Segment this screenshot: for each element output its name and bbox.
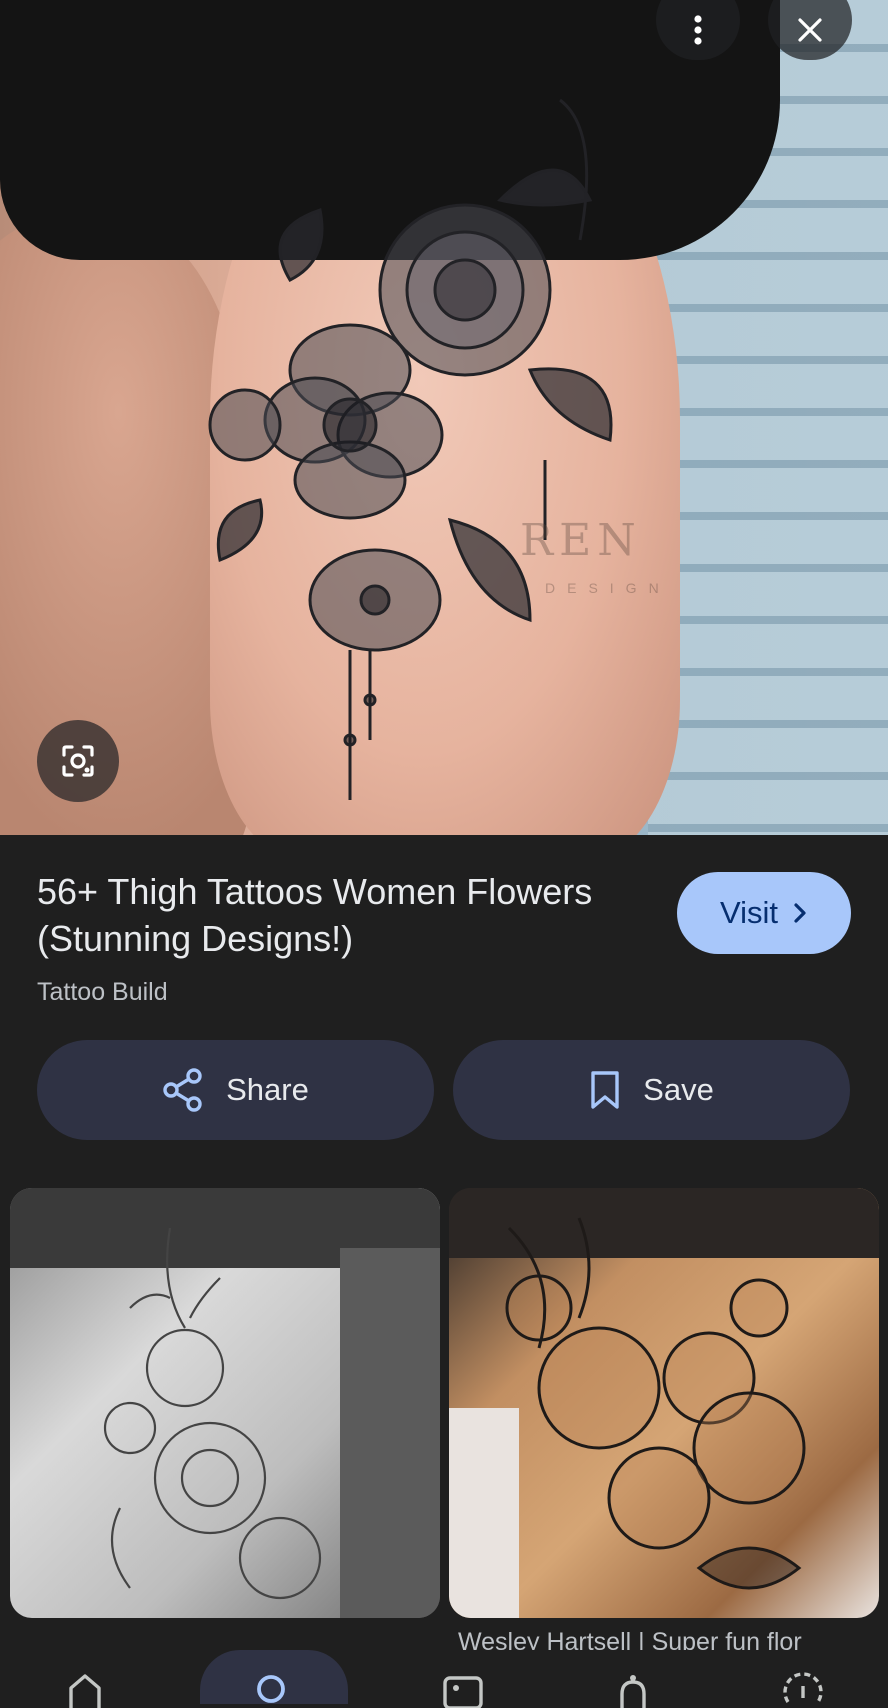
- visit-label: Visit: [719, 895, 778, 930]
- floral-tattoo: [208, 98, 613, 800]
- line-floral-tattoo: [10, 1188, 440, 1618]
- result-source: Tattoo Build: [37, 978, 168, 1006]
- watermark-subtext: DESIGN: [545, 580, 671, 596]
- share-label: Share: [226, 1072, 309, 1107]
- bookmark-icon: [591, 1071, 619, 1109]
- related-image-2[interactable]: [449, 1188, 879, 1618]
- more-vert-icon: [694, 15, 702, 45]
- close-icon: [798, 18, 822, 42]
- notifications-icon: [620, 1675, 646, 1708]
- nav-history[interactable]: [748, 1650, 858, 1704]
- related-image-1[interactable]: [10, 1188, 440, 1618]
- nav-collections[interactable]: [408, 1650, 518, 1708]
- nav-notifications[interactable]: [578, 1650, 688, 1708]
- search-icon: [257, 1675, 285, 1703]
- share-button[interactable]: Share: [37, 1040, 434, 1140]
- google-lens-button[interactable]: [37, 720, 119, 802]
- nav-search[interactable]: [200, 1650, 348, 1704]
- chevron-right-icon: [794, 903, 806, 923]
- visit-button[interactable]: Visit: [677, 872, 851, 954]
- hero-image[interactable]: REN DESIGN: [0, 0, 888, 835]
- result-title[interactable]: 56+ Thigh Tattoos Women Flowers (Stunnin…: [37, 868, 657, 962]
- color-floral-tattoo: [449, 1188, 879, 1618]
- google-lens-icon: [62, 745, 94, 777]
- history-icon: [783, 1672, 823, 1703]
- watermark: REN: [520, 515, 642, 566]
- home-icon: [69, 1674, 101, 1708]
- nav-home[interactable]: [30, 1650, 140, 1708]
- share-icon: [163, 1068, 202, 1112]
- bottom-navigation: [0, 1650, 888, 1708]
- save-label: Save: [643, 1072, 714, 1107]
- collections-icon: [443, 1676, 483, 1708]
- save-button[interactable]: Save: [453, 1040, 850, 1140]
